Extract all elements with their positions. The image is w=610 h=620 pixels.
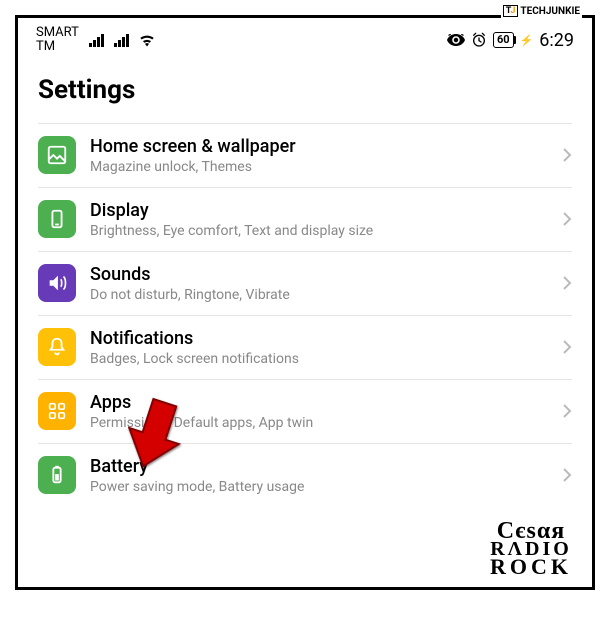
item-subtitle: Permissions, Default apps, App twin: [90, 415, 548, 431]
item-title: Battery: [90, 456, 548, 477]
display-icon: [38, 200, 76, 238]
chevron-right-icon: [562, 403, 572, 419]
item-title: Display: [90, 200, 548, 221]
wifi-icon: [139, 34, 155, 47]
bell-icon: [38, 328, 76, 366]
item-title: Sounds: [90, 264, 548, 285]
chevron-right-icon: [562, 339, 572, 355]
item-notifications[interactable]: Notifications Badges, Lock screen notifi…: [38, 315, 572, 379]
item-title: Apps: [90, 392, 548, 413]
item-title: Notifications: [90, 328, 548, 349]
sounds-icon: [38, 264, 76, 302]
charging-icon: ⚡: [520, 34, 534, 47]
item-subtitle: Magazine unlock, Themes: [90, 159, 548, 175]
page-title: Settings: [18, 59, 592, 123]
watermark-techjunkie: TJ TECHJUNKIE: [501, 4, 582, 18]
alarm-icon: [471, 32, 487, 48]
carrier-label: SMART TM: [36, 26, 79, 55]
status-bar: SMART TM 60 ⚡ 6:29: [18, 18, 592, 59]
battery-indicator: 60: [493, 32, 514, 48]
item-subtitle: Do not disturb, Ringtone, Vibrate: [90, 287, 548, 303]
apps-grid-icon: [38, 392, 76, 430]
item-battery[interactable]: Battery Power saving mode, Battery usage: [38, 443, 572, 507]
eye-comfort-icon: [447, 34, 465, 46]
item-subtitle: Badges, Lock screen notifications: [90, 351, 548, 367]
item-home-screen[interactable]: Home screen & wallpaper Magazine unlock,…: [38, 123, 572, 187]
item-display[interactable]: Display Brightness, Eye comfort, Text an…: [38, 187, 572, 251]
watermark-cesar: Cєsαя RΛDIO ROCK: [490, 521, 572, 577]
item-sounds[interactable]: Sounds Do not disturb, Ringtone, Vibrate: [38, 251, 572, 315]
signal-icon-2: [114, 34, 129, 47]
chevron-right-icon: [562, 467, 572, 483]
chevron-right-icon: [562, 211, 572, 227]
settings-list: Home screen & wallpaper Magazine unlock,…: [18, 123, 592, 507]
item-apps[interactable]: Apps Permissions, Default apps, App twin: [38, 379, 572, 443]
item-title: Home screen & wallpaper: [90, 136, 548, 157]
battery-icon: [38, 456, 76, 494]
chevron-right-icon: [562, 275, 572, 291]
item-subtitle: Brightness, Eye comfort, Text and displa…: [90, 223, 548, 239]
wallpaper-icon: [38, 136, 76, 174]
signal-icon-1: [89, 34, 104, 47]
chevron-right-icon: [562, 147, 572, 163]
clock-time: 6:29: [539, 30, 574, 51]
item-subtitle: Power saving mode, Battery usage: [90, 479, 548, 495]
